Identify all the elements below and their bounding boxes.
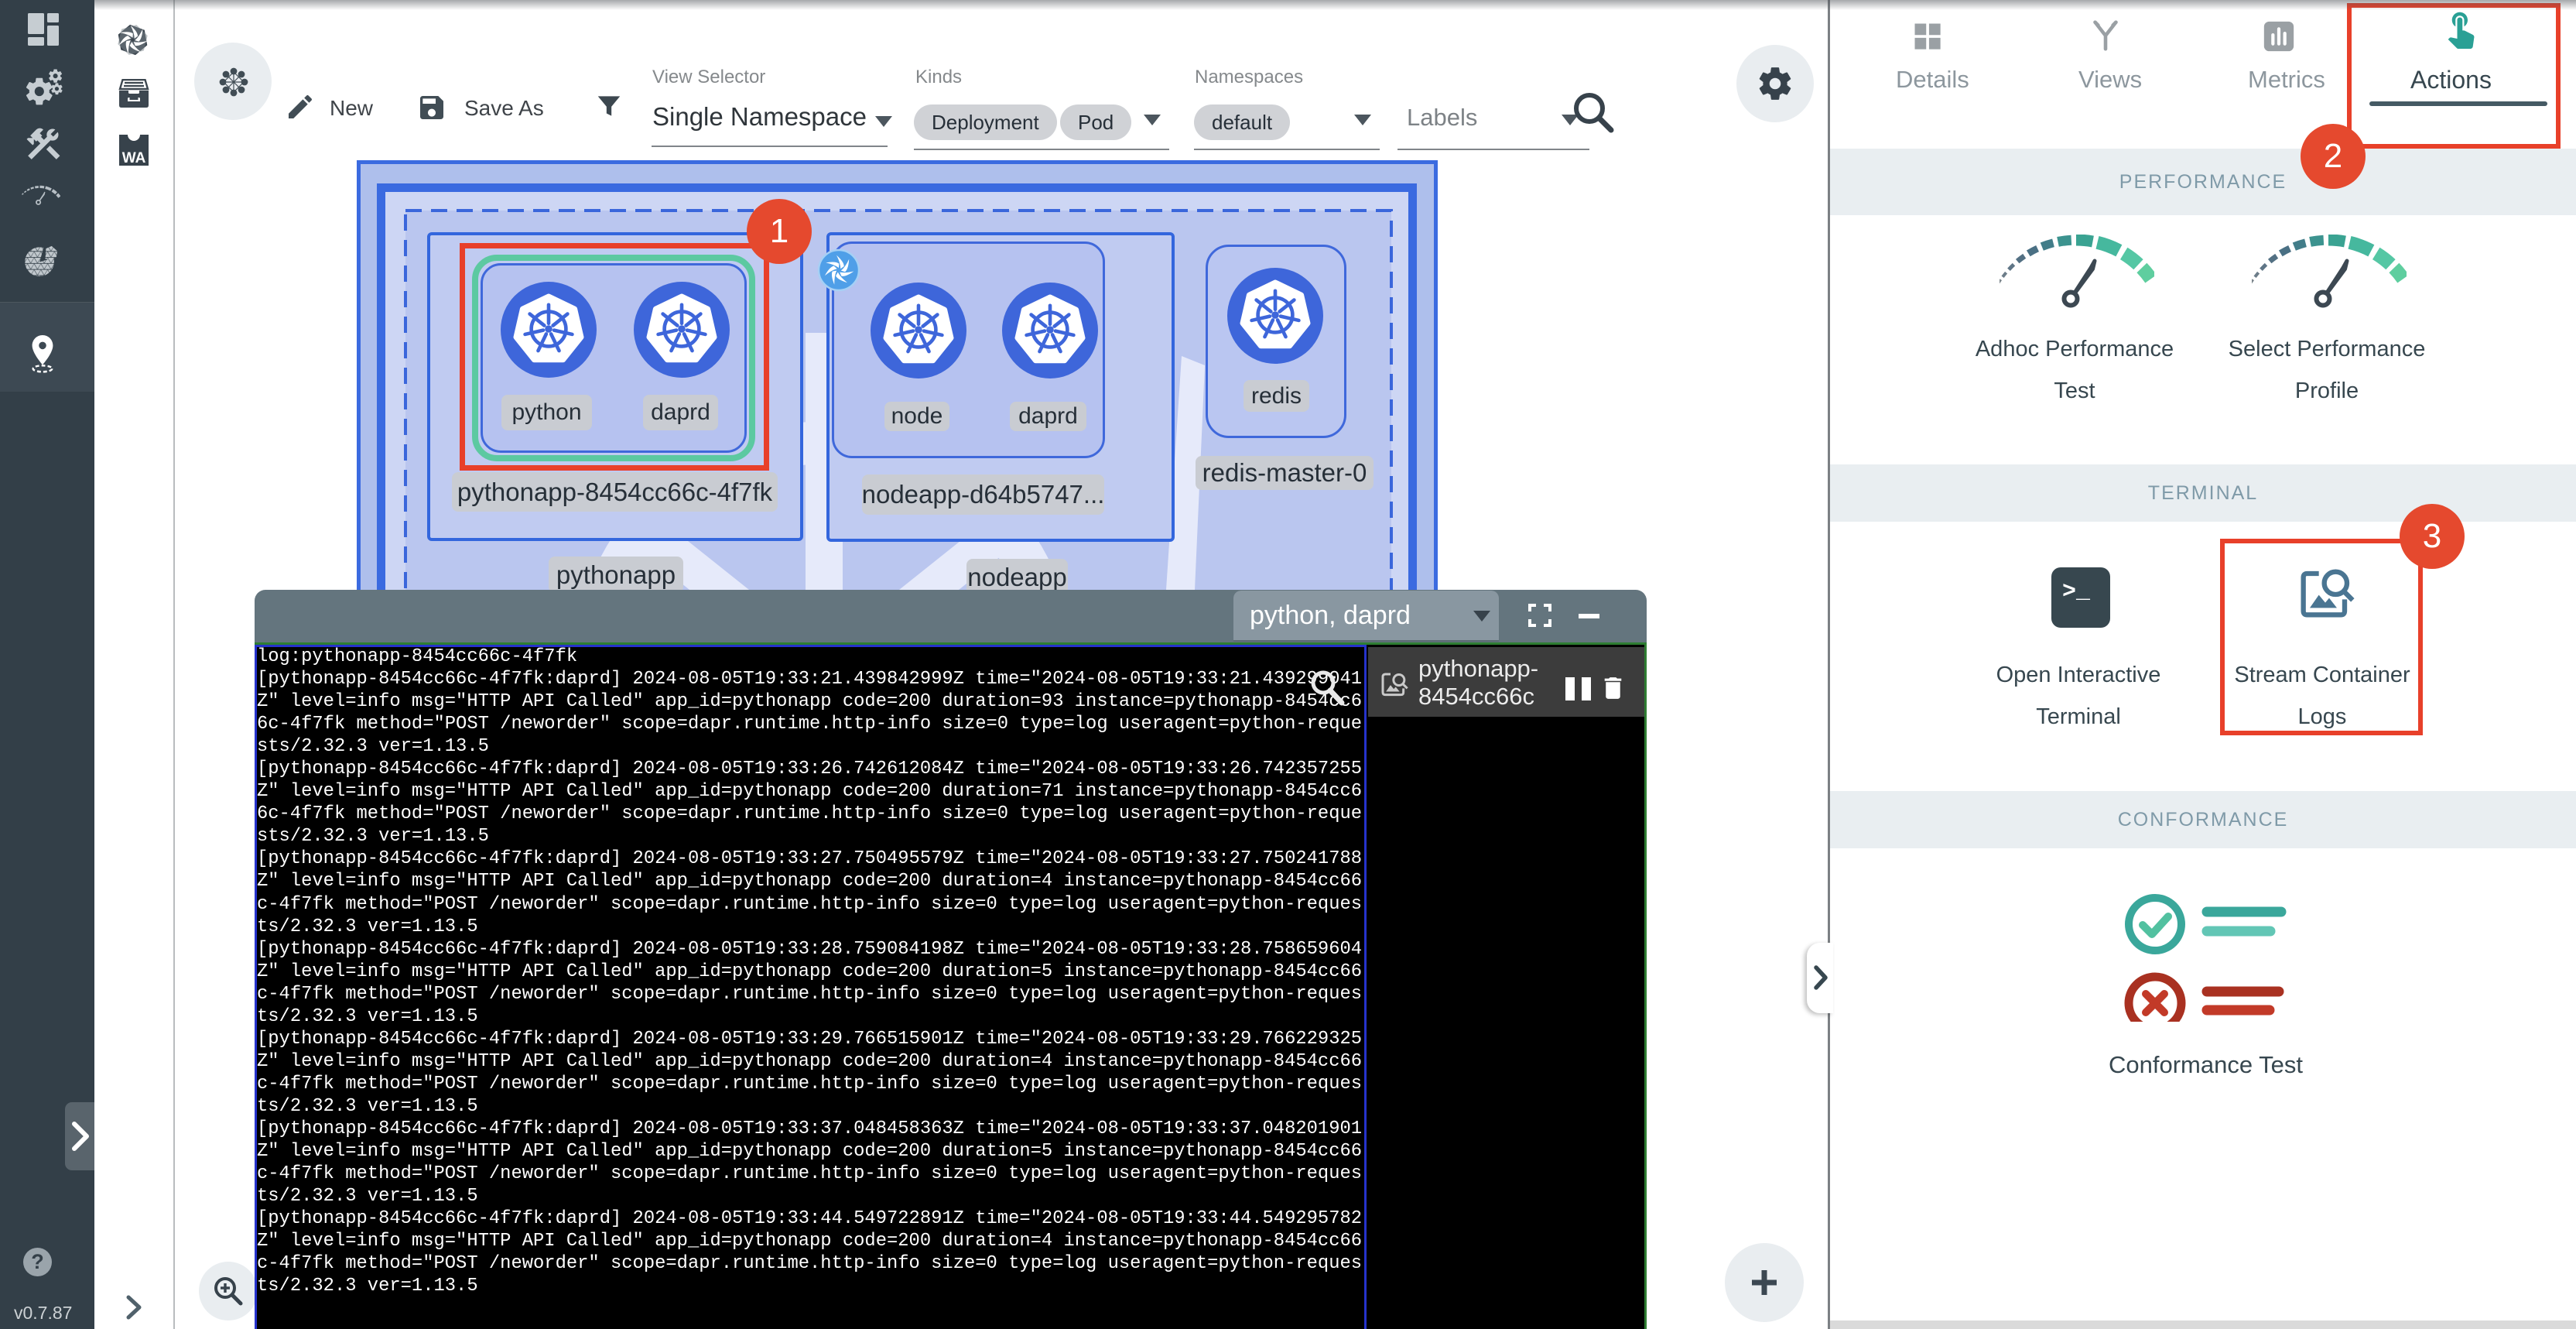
svg-text:WA: WA [122,150,146,166]
